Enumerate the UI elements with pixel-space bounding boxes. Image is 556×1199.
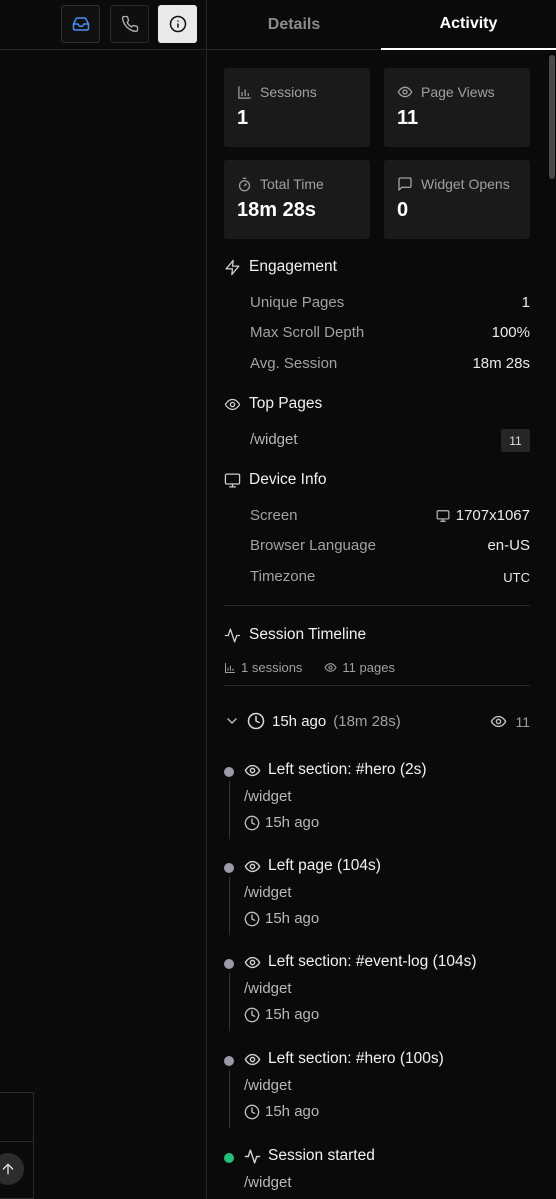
sessions-card: Sessions 1 bbox=[224, 68, 370, 147]
eye-icon bbox=[244, 858, 261, 875]
eye-icon bbox=[397, 84, 413, 100]
session-row[interactable]: 15h ago (18m 28s) 11 bbox=[224, 712, 530, 734]
activity-icon bbox=[244, 1148, 261, 1165]
event-path: /widget bbox=[244, 884, 292, 901]
top-pages-heading: Top Pages bbox=[224, 395, 322, 413]
widget-opens-label: Widget Opens bbox=[421, 176, 510, 192]
session-views: 11 bbox=[515, 713, 530, 730]
activity-icon bbox=[224, 627, 241, 644]
left-pane bbox=[0, 0, 206, 1199]
event-status-dot bbox=[224, 863, 234, 873]
event-path: /widget bbox=[244, 788, 292, 805]
eye-icon bbox=[244, 954, 261, 971]
event-status-dot bbox=[224, 1056, 234, 1066]
event-path: /widget bbox=[244, 1077, 292, 1094]
eye-icon bbox=[244, 762, 261, 779]
tab-activity[interactable]: Activity bbox=[381, 0, 556, 50]
session-timeline-heading: Session Timeline bbox=[224, 626, 366, 644]
engagement-heading: Engagement bbox=[224, 258, 337, 276]
session-duration: (18m 28s) bbox=[333, 712, 401, 730]
tab-details[interactable]: Details bbox=[207, 0, 381, 50]
event-time: 15h ago bbox=[265, 1006, 320, 1023]
engagement-row-unique-pages: Unique Pages 1 bbox=[250, 294, 530, 311]
clock-icon bbox=[244, 911, 260, 927]
device-row-timezone: Timezone UTC bbox=[250, 568, 530, 585]
phone-icon bbox=[121, 15, 139, 33]
event-path: /widget bbox=[244, 1174, 292, 1191]
total-time-card: Total Time 18m 28s bbox=[224, 160, 370, 239]
arrow-up-icon bbox=[0, 1161, 16, 1177]
scroll-up-button[interactable] bbox=[0, 1153, 24, 1185]
event-title: Session started bbox=[268, 1147, 375, 1164]
device-info-heading: Device Info bbox=[224, 471, 327, 489]
sessions-value: 1 bbox=[237, 107, 249, 129]
info-icon bbox=[169, 15, 187, 33]
divider bbox=[0, 1141, 33, 1142]
event-title: Left section: #hero (2s) bbox=[268, 761, 427, 778]
total-time-label: Total Time bbox=[260, 176, 324, 192]
call-button[interactable] bbox=[110, 5, 149, 43]
timeline-event: Left section: #event-log (104s) /widget … bbox=[224, 953, 530, 1035]
event-time: 15h ago bbox=[265, 814, 320, 831]
monitor-icon bbox=[436, 509, 450, 523]
zap-icon bbox=[224, 259, 241, 276]
composer-corner bbox=[0, 1092, 34, 1199]
engagement-row-scroll-depth: Max Scroll Depth 100% bbox=[250, 324, 530, 341]
eye-icon bbox=[244, 1051, 261, 1068]
timeline-event: Left section: #hero (100s) /widget 15h a… bbox=[224, 1050, 530, 1132]
info-button[interactable] bbox=[158, 5, 197, 43]
event-status-dot bbox=[224, 1153, 234, 1163]
event-title: Left page (104s) bbox=[268, 857, 381, 874]
eye-icon bbox=[324, 661, 337, 674]
monitor-icon bbox=[224, 472, 241, 489]
widget-opens-card: Widget Opens 0 bbox=[384, 160, 530, 239]
inbox-icon bbox=[72, 15, 90, 33]
scrollbar-thumb[interactable] bbox=[549, 55, 555, 179]
clock-icon bbox=[244, 815, 260, 831]
clock-icon bbox=[247, 712, 265, 730]
event-status-dot bbox=[224, 767, 234, 777]
activity-panel[interactable]: Sessions 1 Page Views 11 Total Time 18m … bbox=[207, 51, 556, 1199]
timeline-summary: 1 sessions 11 pages bbox=[224, 660, 395, 675]
widget-opens-value: 0 bbox=[397, 199, 409, 221]
stopwatch-icon bbox=[237, 177, 252, 192]
divider bbox=[224, 685, 530, 686]
event-title: Left section: #event-log (104s) bbox=[268, 953, 477, 970]
panel-tabs: Details Activity bbox=[207, 0, 556, 50]
page-views-card: Page Views 11 bbox=[384, 68, 530, 147]
timeline-event: Left section: #hero (2s) /widget 15h ago bbox=[224, 761, 530, 843]
page-views-value: 11 bbox=[397, 107, 419, 129]
timeline-event: Session started /widget bbox=[224, 1147, 530, 1199]
page-views-label: Page Views bbox=[421, 84, 495, 100]
event-title: Left section: #hero (100s) bbox=[268, 1050, 444, 1067]
left-toolbar bbox=[0, 0, 206, 50]
total-time-value: 18m 28s bbox=[237, 199, 316, 221]
bar-chart-icon bbox=[237, 85, 252, 100]
app-root: Details Activity Sessions 1 Page Views 1… bbox=[0, 0, 556, 1199]
timeline-event: Left page (104s) /widget 15h ago bbox=[224, 857, 530, 939]
event-time: 15h ago bbox=[265, 1103, 320, 1120]
top-page-item[interactable]: /widget 11 bbox=[250, 429, 530, 452]
inbox-button[interactable] bbox=[61, 5, 100, 43]
chat-icon bbox=[397, 176, 413, 192]
eye-icon bbox=[490, 713, 507, 730]
divider bbox=[224, 605, 530, 606]
event-time: 15h ago bbox=[265, 910, 320, 927]
device-row-screen: Screen 1707x1067 bbox=[250, 507, 530, 524]
event-status-dot bbox=[224, 959, 234, 969]
page-count-badge: 11 bbox=[501, 429, 530, 452]
device-row-language: Browser Language en-US bbox=[250, 537, 530, 554]
sessions-label: Sessions bbox=[260, 84, 317, 100]
clock-icon bbox=[244, 1007, 260, 1023]
clock-icon bbox=[244, 1104, 260, 1120]
session-ago: 15h ago bbox=[272, 712, 327, 730]
engagement-row-avg-session: Avg. Session 18m 28s bbox=[250, 355, 530, 372]
eye-icon bbox=[224, 396, 241, 413]
bar-chart-icon bbox=[224, 662, 236, 674]
event-path: /widget bbox=[244, 980, 292, 997]
chevron-down-icon[interactable] bbox=[224, 713, 240, 729]
